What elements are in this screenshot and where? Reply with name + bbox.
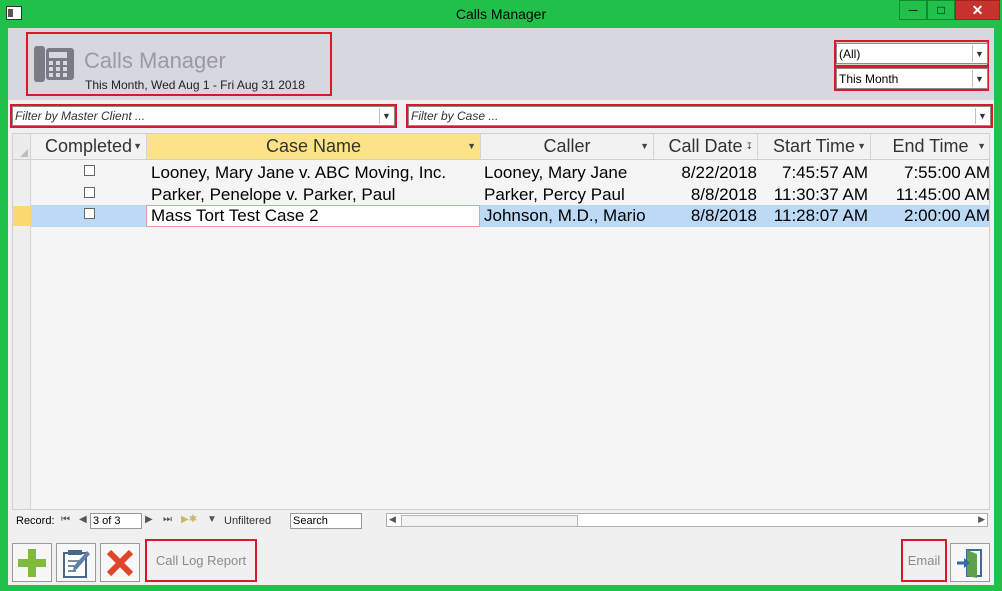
chevron-down-icon[interactable]: ▼ xyxy=(467,141,476,151)
date-range-subtitle: This Month, Wed Aug 1 - Fri Aug 31 2018 xyxy=(85,78,305,92)
case-name-cell[interactable]: Looney, Mary Jane v. ABC Moving, Inc. xyxy=(151,162,481,184)
email-button[interactable]: Email xyxy=(904,542,944,579)
case-filter[interactable]: Filter by Case ... ▼ xyxy=(408,106,991,126)
filter-status[interactable]: Unfiltered xyxy=(224,515,271,527)
delete-x-icon xyxy=(106,549,134,576)
close-icon[interactable]: ✕ xyxy=(955,0,1000,20)
master-client-filter[interactable]: Filter by Master Client ... ▼ xyxy=(12,106,395,126)
column-header-start-time[interactable]: Start Time ▼ xyxy=(758,134,871,160)
column-label: Start Time xyxy=(772,136,856,156)
phone-icon xyxy=(34,46,74,82)
column-label: Call Date xyxy=(668,136,743,156)
plus-icon xyxy=(18,548,46,577)
column-label: Completed xyxy=(44,136,133,156)
column-label: Case Name xyxy=(265,136,362,156)
record-position-input[interactable]: 3 of 3 xyxy=(90,513,142,529)
maximize-icon[interactable]: □ xyxy=(927,0,955,20)
table-row[interactable]: Looney, Mary Jane v. ABC Moving, Inc. Lo… xyxy=(31,162,989,184)
new-record-icon[interactable]: ▶✱ xyxy=(181,514,197,525)
caller-cell[interactable]: Looney, Mary Jane xyxy=(484,162,654,184)
current-record-marker[interactable] xyxy=(13,206,31,226)
call-date-cell[interactable]: 8/8/2018 xyxy=(654,184,757,206)
first-record-icon[interactable]: ⏮ xyxy=(61,514,70,525)
completed-checkbox[interactable] xyxy=(84,165,95,176)
caller-cell[interactable]: Johnson, M.D., Mario xyxy=(484,205,654,227)
minimize-icon[interactable]: ─ xyxy=(899,0,927,20)
next-record-icon[interactable]: ▶ xyxy=(145,514,153,525)
filter-off-icon[interactable]: ▼ xyxy=(207,514,217,525)
edit-form-icon xyxy=(63,549,90,578)
end-time-cell[interactable]: 7:55:00 AM xyxy=(872,162,989,184)
column-header-call-date[interactable]: Call Date ↧ xyxy=(654,134,758,160)
completed-checkbox[interactable] xyxy=(84,208,95,219)
last-record-icon[interactable]: ⏭ xyxy=(163,514,172,525)
record-navigation-bar: Record: ⏮ ◀ 3 of 3 ▶ ⏭ ▶✱ ▼ Unfiltered S… xyxy=(12,512,990,530)
column-header-caller[interactable]: Caller ▼ xyxy=(481,134,654,160)
chevron-down-icon[interactable]: ▼ xyxy=(975,108,989,124)
case-name-cell[interactable]: Parker, Penelope v. Parker, Paul xyxy=(151,184,481,206)
exit-button[interactable] xyxy=(950,543,990,582)
previous-record-icon[interactable]: ◀ xyxy=(79,514,87,525)
scroll-thumb[interactable] xyxy=(401,515,578,527)
exit-door-icon xyxy=(957,548,982,578)
start-time-cell[interactable]: 7:45:57 AM xyxy=(758,162,868,184)
chevron-down-icon[interactable]: ▼ xyxy=(977,141,986,151)
chevron-down-icon[interactable]: ▼ xyxy=(379,108,393,124)
scroll-left-icon[interactable]: ◀ xyxy=(389,514,396,525)
delete-call-button[interactable] xyxy=(100,543,140,582)
start-time-cell[interactable]: 11:28:07 AM xyxy=(758,205,868,227)
column-header-completed[interactable]: Completed ▼ xyxy=(31,134,147,160)
status-filter-value: (All) xyxy=(839,46,861,61)
form-title: Calls Manager xyxy=(84,48,226,73)
edit-call-button[interactable] xyxy=(56,543,96,582)
chevron-down-icon[interactable]: ▼ xyxy=(133,141,142,151)
add-call-button[interactable] xyxy=(12,543,52,582)
start-time-cell[interactable]: 11:30:37 AM xyxy=(758,184,868,206)
caller-cell[interactable]: Parker, Percy Paul xyxy=(484,184,654,206)
column-label: Caller xyxy=(543,136,591,156)
end-time-cell[interactable]: 11:45:00 AM xyxy=(872,184,989,206)
horizontal-scrollbar[interactable]: ◀ ▶ xyxy=(386,513,988,527)
call-log-report-button[interactable]: Call Log Report xyxy=(148,542,254,579)
calls-datasheet: Completed ▼ Case Name ▼ Caller ▼ Call Date ↧… xyxy=(12,133,990,510)
call-date-cell[interactable]: 8/22/2018 xyxy=(654,162,757,184)
chevron-down-icon[interactable]: ▼ xyxy=(640,141,649,151)
master-client-filter-placeholder: Filter by Master Client ... xyxy=(15,109,146,123)
status-filter-select[interactable]: (All) ▼ xyxy=(836,43,988,64)
window-title: Calls Manager xyxy=(455,6,547,22)
scroll-right-icon[interactable]: ▶ xyxy=(978,514,985,525)
chevron-down-icon[interactable]: ▼ xyxy=(972,45,986,62)
select-all-corner[interactable] xyxy=(13,134,31,160)
end-time-cell[interactable]: 2:00:00 AM xyxy=(872,205,989,227)
table-row-selected[interactable]: Mass Tort Test Case 2 Johnson, M.D., Mar… xyxy=(31,205,989,227)
case-name-cell[interactable]: Mass Tort Test Case 2 xyxy=(151,205,477,227)
period-filter-value: This Month xyxy=(839,71,899,86)
completed-checkbox[interactable] xyxy=(84,187,95,198)
period-filter-select[interactable]: This Month ▼ xyxy=(836,68,988,89)
column-header-end-time[interactable]: End Time ▼ xyxy=(871,134,989,160)
case-filter-placeholder: Filter by Case ... xyxy=(411,109,499,123)
table-row[interactable]: Parker, Penelope v. Parker, Paul Parker,… xyxy=(31,184,989,206)
search-input[interactable]: Search xyxy=(290,513,362,529)
chevron-down-icon[interactable]: ▼ xyxy=(857,141,866,151)
column-header-case-name[interactable]: Case Name ▼ xyxy=(147,134,481,160)
column-label: End Time xyxy=(892,136,969,156)
sort-descending-icon[interactable]: ↧ xyxy=(745,141,753,152)
chevron-down-icon[interactable]: ▼ xyxy=(972,70,986,87)
record-label: Record: xyxy=(16,515,55,527)
call-date-cell[interactable]: 8/8/2018 xyxy=(654,205,757,227)
